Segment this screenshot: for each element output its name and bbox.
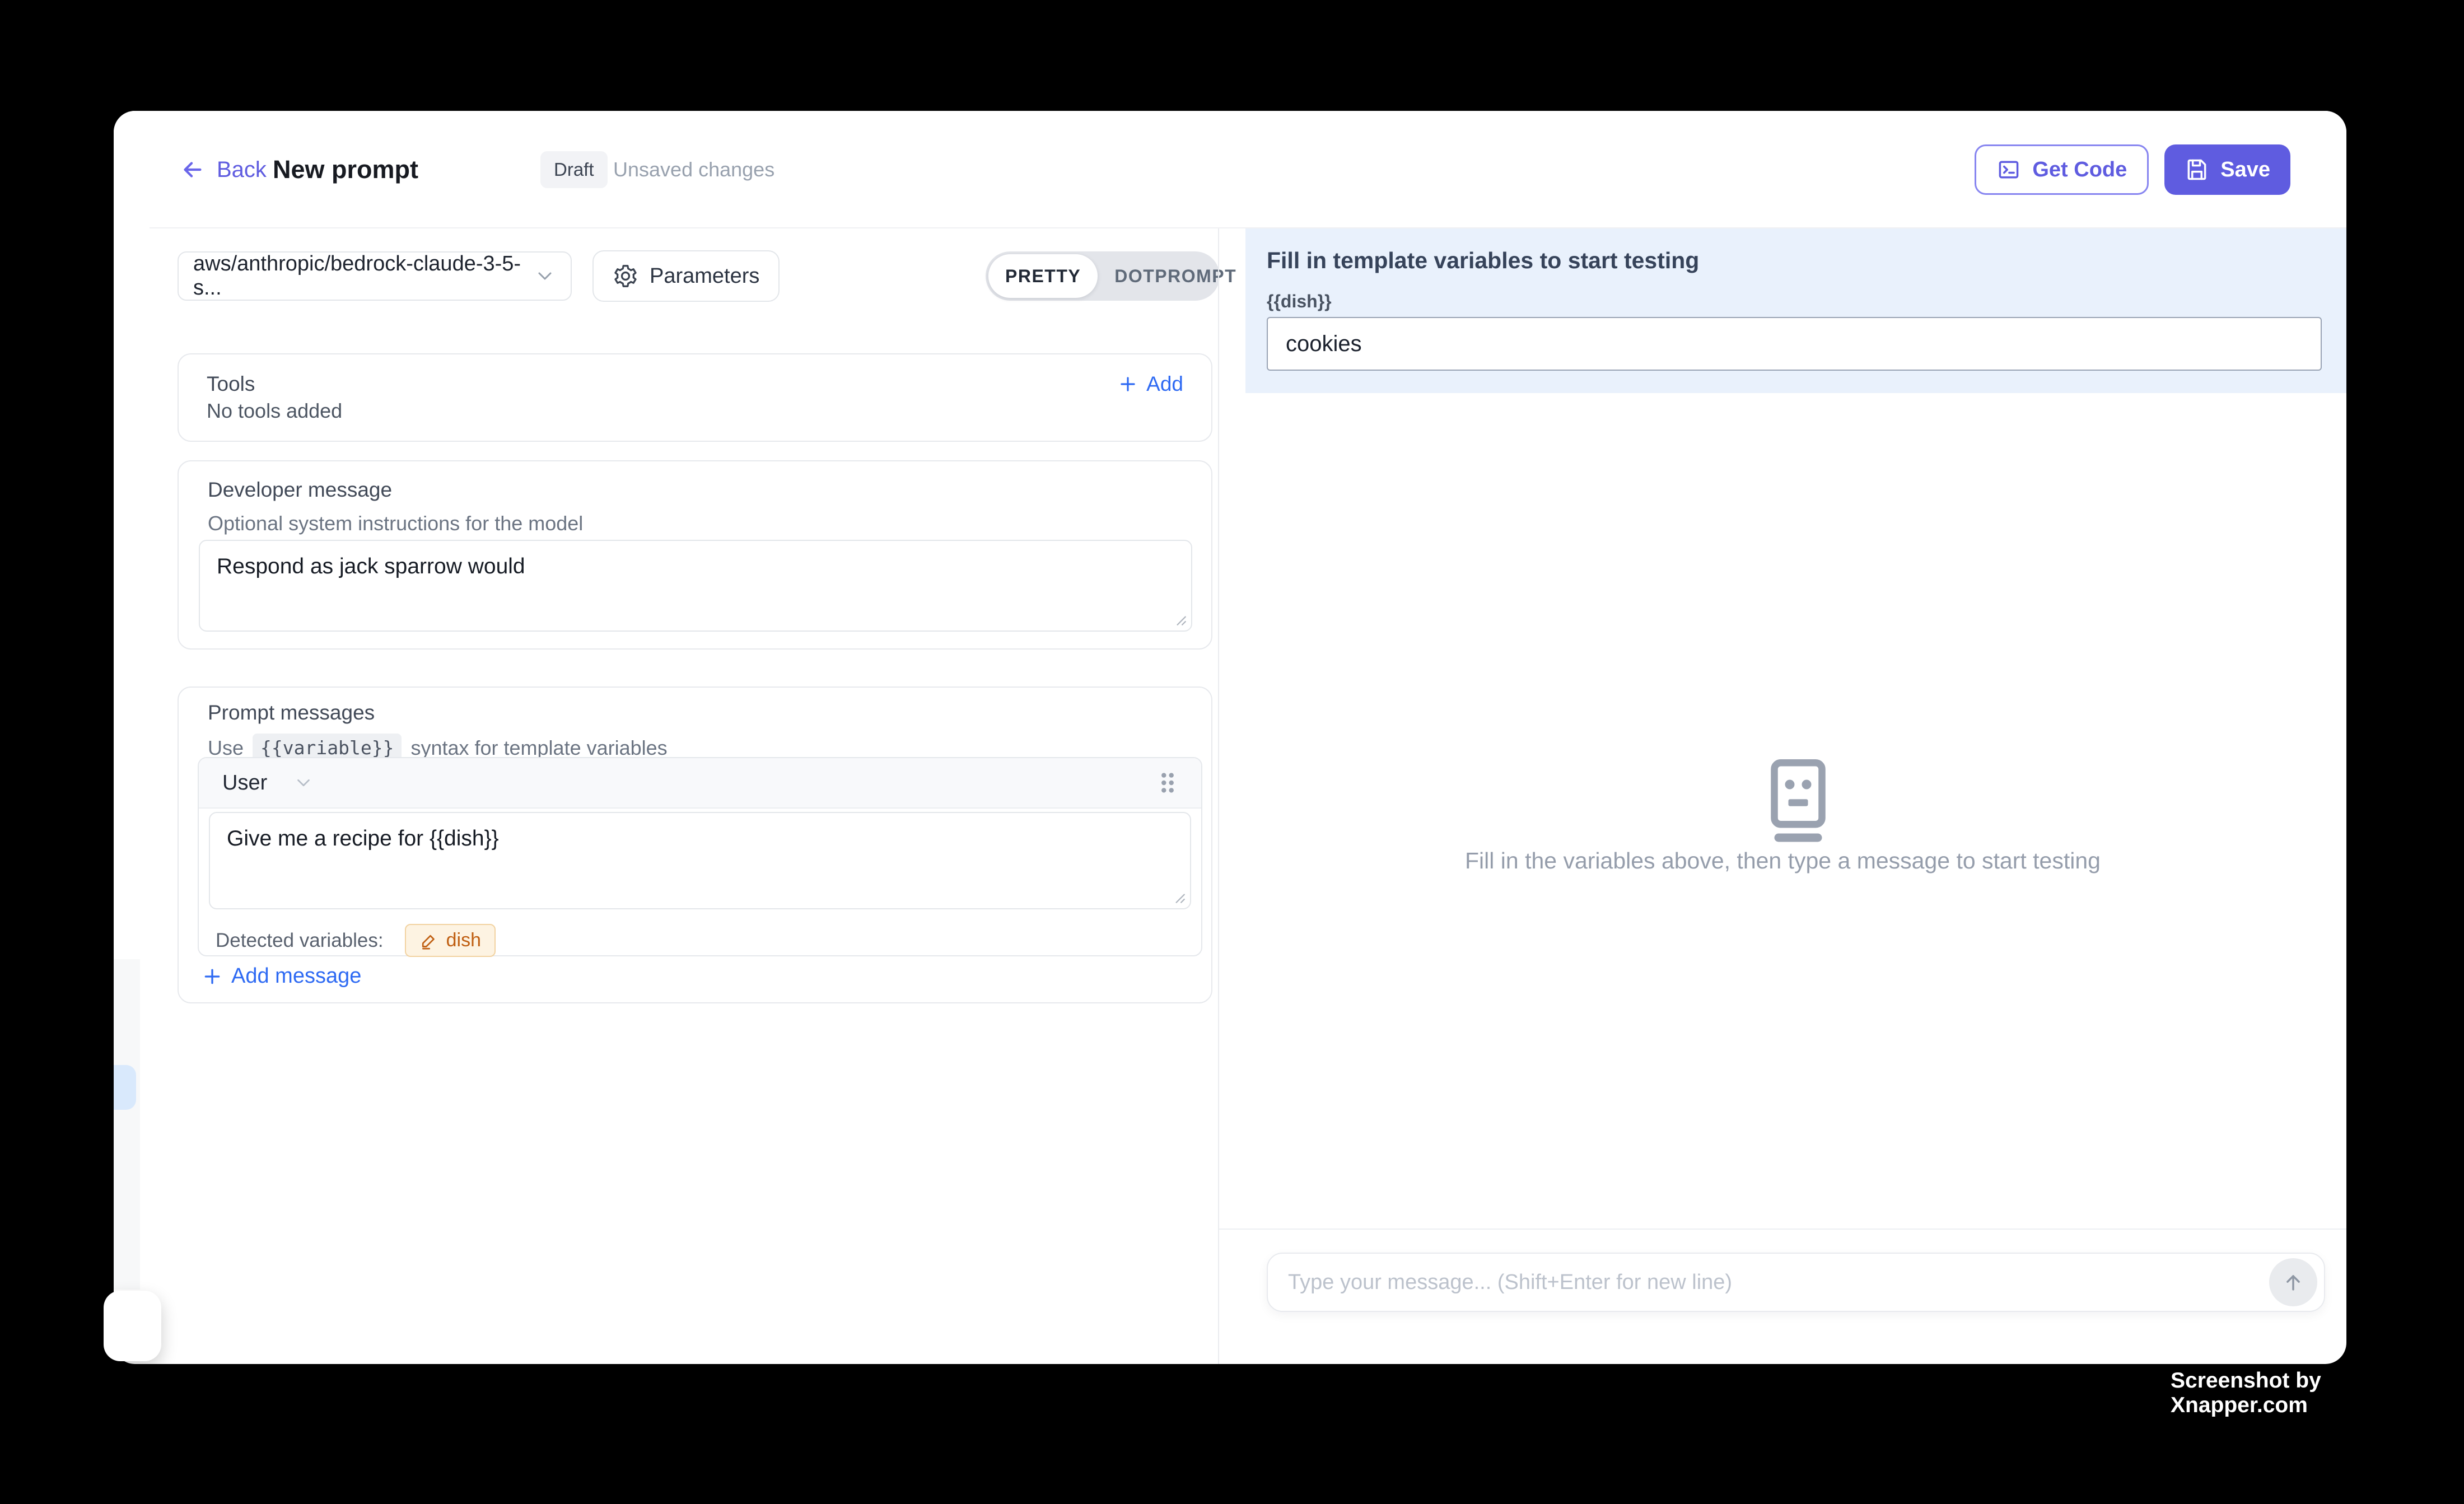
detected-variables-row: Detected variables: dish	[216, 924, 496, 957]
variable-name-label: {{dish}}	[1267, 291, 1332, 312]
plus-icon	[1117, 373, 1138, 395]
chat-message-input[interactable]	[1287, 1270, 2269, 1295]
model-selector[interactable]: aws/anthropic/bedrock-claude-3-5-s...	[178, 251, 572, 301]
toggle-option-pretty[interactable]: PRETTY	[988, 254, 1098, 298]
message-field-wrap: Give me a recipe for {{dish}}	[209, 812, 1191, 909]
header-actions: Get Code Save	[1975, 111, 2290, 228]
chevron-down-icon	[534, 265, 556, 287]
terminal-icon	[1996, 157, 2021, 182]
chat-footer-divider	[1219, 1229, 2346, 1230]
message-role-select[interactable]: User	[222, 771, 314, 795]
header: Back New prompt Draft Unsaved changes Ge…	[114, 111, 2346, 228]
status-badge: Draft	[540, 151, 608, 188]
save-button[interactable]: Save	[2164, 144, 2290, 195]
chevron-down-icon	[293, 772, 314, 793]
tools-empty-text: No tools added	[207, 399, 1183, 423]
template-variables-banner: Fill in template variables to start test…	[1245, 228, 2346, 393]
back-arrow-icon	[180, 157, 206, 183]
plus-icon	[201, 965, 223, 988]
message-text-input[interactable]: Give me a recipe for {{dish}}	[210, 813, 1190, 908]
corner-floating-card	[104, 1291, 161, 1361]
chat-input-bar	[1267, 1253, 2325, 1312]
message-header: User	[199, 758, 1201, 809]
detected-variables-label: Detected variables:	[216, 930, 384, 952]
pencil-icon	[419, 931, 438, 950]
variable-chip-dish[interactable]: dish	[405, 924, 496, 957]
banner-title: Fill in template variables to start test…	[1267, 247, 1699, 274]
toggle-option-dotprompt[interactable]: DOTPROMPT	[1098, 254, 1253, 298]
add-message-button[interactable]: Add message	[201, 964, 361, 988]
view-mode-toggle: PRETTY DOTPROMPT	[986, 251, 1220, 301]
gear-icon	[613, 263, 638, 289]
drag-handle-icon[interactable]	[1158, 770, 1178, 796]
tools-title: Tools	[207, 372, 255, 396]
tools-card: Tools Add No tools added	[178, 353, 1212, 442]
resize-grip-icon[interactable]	[1168, 886, 1187, 905]
panel-divider	[1218, 228, 1219, 1364]
prompt-message-block: User Give me a recipe for {{dish}} Detec…	[198, 757, 1202, 956]
prompt-messages-title: Prompt messages	[208, 701, 375, 725]
back-button[interactable]: Back	[180, 111, 267, 228]
add-message-row: Add message	[201, 964, 361, 988]
prompt-messages-card: Prompt messages Use {{variable}} syntax …	[178, 686, 1212, 1003]
get-code-button[interactable]: Get Code	[1975, 144, 2149, 195]
page-title: New prompt	[273, 111, 418, 228]
developer-message-card: Developer message Optional system instru…	[178, 460, 1212, 650]
parameters-button[interactable]: Parameters	[592, 250, 780, 302]
back-label: Back	[217, 157, 267, 183]
watermark-text: Screenshot by Xnapper.com	[2171, 1368, 2464, 1418]
tester-empty-state-text: Fill in the variables above, then type a…	[1219, 848, 2346, 874]
model-selector-value: aws/anthropic/bedrock-claude-3-5-s...	[193, 252, 534, 300]
developer-message-title: Developer message	[208, 478, 392, 502]
add-tool-button[interactable]: Add	[1117, 372, 1183, 396]
arrow-up-icon	[2281, 1270, 2306, 1295]
developer-message-subtitle: Optional system instructions for the mod…	[208, 512, 583, 535]
send-button[interactable]	[2269, 1258, 2317, 1306]
developer-message-input[interactable]: Respond as jack sparrow would	[200, 541, 1191, 630]
app-window: Back New prompt Draft Unsaved changes Ge…	[114, 111, 2346, 1364]
left-edge-highlight-chip	[114, 1065, 136, 1110]
unsaved-changes-text: Unsaved changes	[613, 111, 774, 228]
robot-screen-icon	[1765, 759, 1832, 843]
variable-value-input[interactable]	[1267, 317, 2322, 371]
developer-message-field-wrap: Respond as jack sparrow would	[199, 540, 1192, 632]
resize-grip-icon[interactable]	[1169, 608, 1188, 627]
message-role-value: User	[222, 771, 267, 795]
save-icon	[2185, 157, 2209, 182]
left-edge-panel-strip	[114, 959, 140, 1290]
